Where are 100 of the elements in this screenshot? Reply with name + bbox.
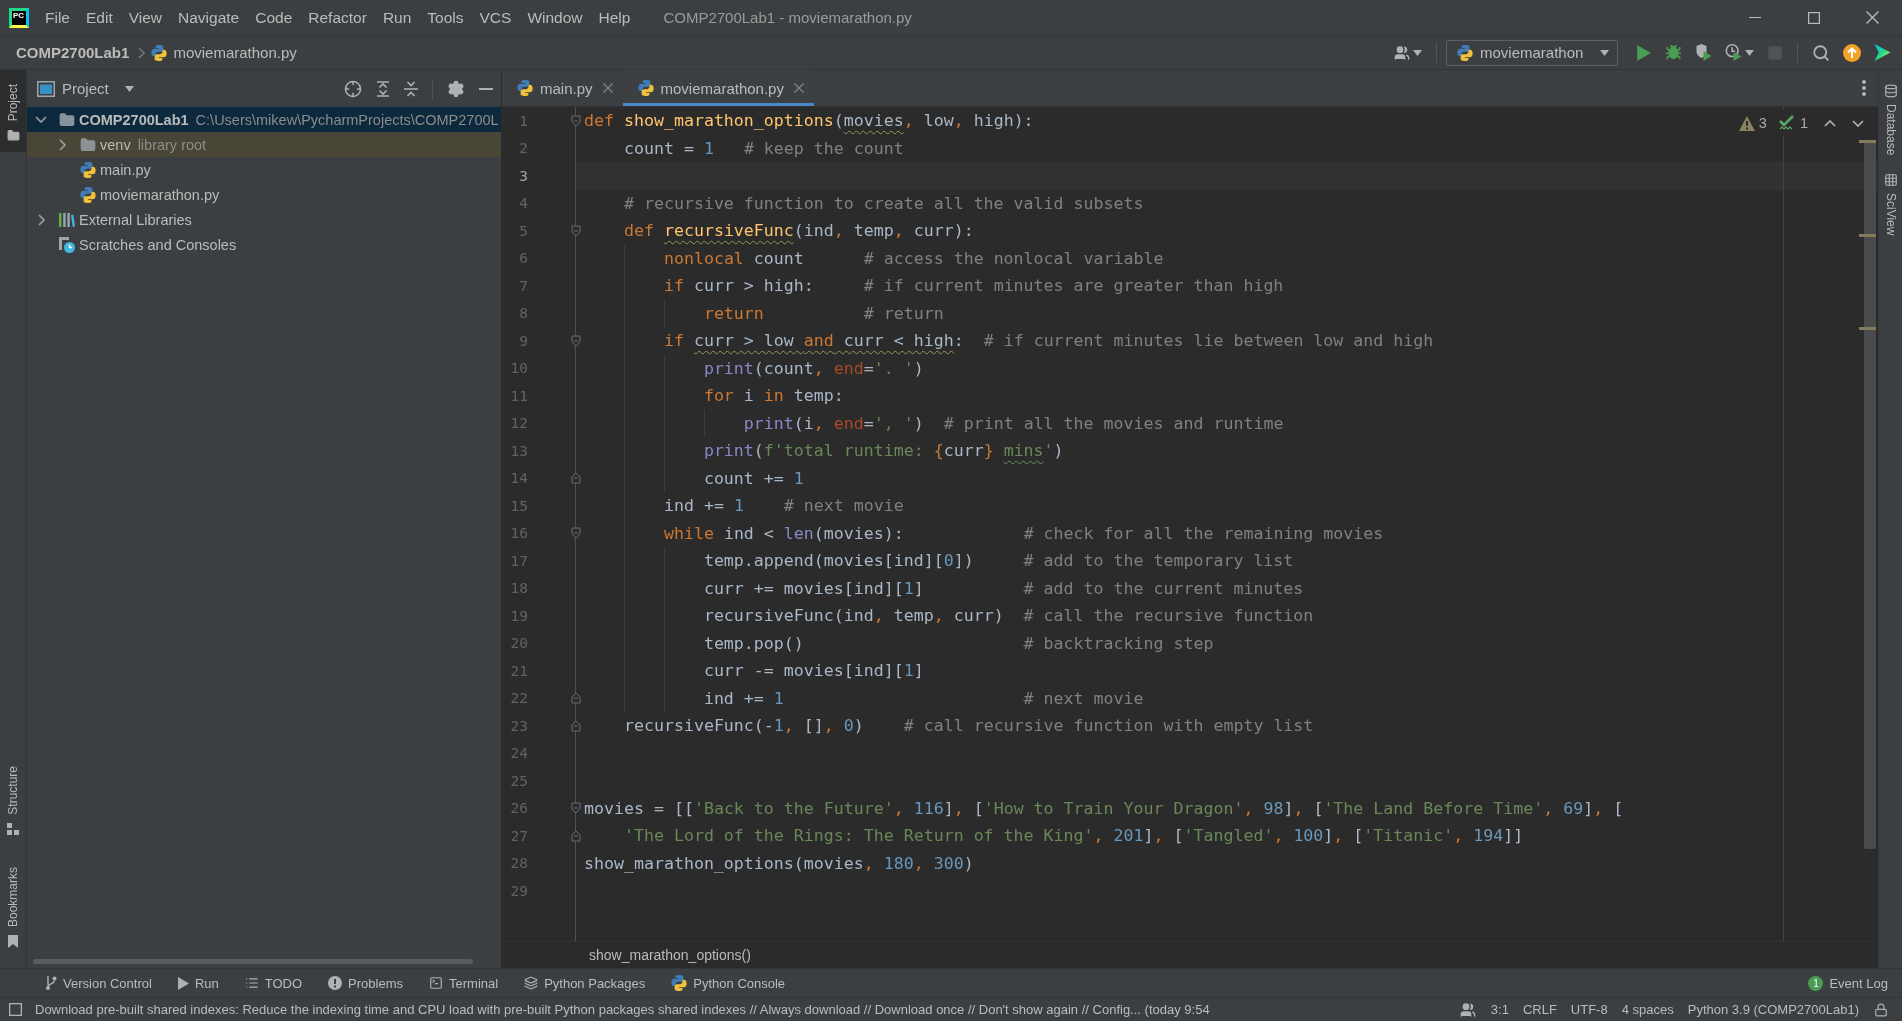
tool-window-button[interactable]: Problems [315, 969, 416, 997]
search-icon [1812, 43, 1830, 62]
minimize-icon [1748, 17, 1761, 18]
code-line: movies = [['Back to the Future', 116], ['How to Train Your Dragon', 98], ['The Land Before Time', 69], [ [584, 798, 1624, 818]
tree-item[interactable]: External Libraries [27, 207, 501, 232]
code-line: for i in temp: [703, 386, 844, 406]
tool-window-button[interactable]: Project [0, 70, 26, 153]
event-log-button[interactable]: 1 Event Log [1808, 969, 1888, 997]
collapse-all-icon[interactable] [404, 80, 418, 97]
warning-stripe-mark[interactable] [1859, 233, 1876, 237]
run-icon [1637, 44, 1651, 61]
editor-tab[interactable]: main.py [502, 70, 623, 106]
fold-marker-icon[interactable] [571, 334, 581, 347]
line-number: 24 [510, 745, 528, 762]
line-number: 3 [519, 167, 528, 184]
tree-item[interactable]: Scratches and Consoles [27, 232, 501, 257]
tool-window-button[interactable]: Database [1879, 82, 1902, 158]
triangle-logo-icon [1874, 44, 1891, 61]
tool-window-button[interactable]: Python Console [658, 969, 799, 997]
square-icon[interactable] [9, 1003, 22, 1016]
fold-marker-icon[interactable] [571, 802, 581, 815]
scrollbar-thumb[interactable] [33, 959, 473, 964]
menu-item[interactable]: VCS [471, 0, 520, 35]
expand-all-icon[interactable] [376, 80, 390, 97]
line-number: 12 [510, 415, 528, 432]
lock-icon[interactable] [1874, 1002, 1888, 1017]
status-item[interactable]: Python 3.9 (COMP2700Lab1) [1680, 1002, 1866, 1017]
tool-window-button[interactable]: Structure [0, 752, 26, 845]
chevron-down-icon[interactable] [35, 116, 47, 123]
code-line: ind += 1 # next movie [663, 496, 904, 516]
tool-window-button[interactable]: Run [164, 969, 232, 997]
inspection-counter[interactable]: 1 [1778, 115, 1808, 131]
crosshair-icon[interactable] [344, 79, 362, 98]
scrollbar-thumb[interactable] [1864, 140, 1876, 849]
code-line: 'The Lord of the Rings: The Return of the King', 201], ['Tangled', 100], ['Titanic', 194]] [623, 826, 1524, 846]
users-icon[interactable] [1459, 1001, 1476, 1018]
tree-item[interactable]: venv library root [27, 132, 501, 157]
code-line: print(i, end=', ') # print all the movies and runtime [743, 413, 1284, 433]
menu-item[interactable]: Run [374, 0, 420, 35]
fold-marker-icon[interactable] [571, 472, 581, 485]
menu-item[interactable]: View [120, 0, 171, 35]
chevron-right-icon [138, 46, 146, 59]
menu-item[interactable]: Window [519, 0, 591, 35]
status-item[interactable]: UTF-8 [1563, 1002, 1615, 1017]
status-item[interactable]: 3:1 [1483, 1002, 1516, 1017]
menu-item[interactable]: Edit [78, 0, 121, 35]
menu-item[interactable]: Tools [419, 0, 472, 35]
folder-icon [6, 129, 20, 143]
tool-window-button[interactable]: Terminal [416, 969, 512, 997]
chevron-right-icon[interactable] [58, 138, 66, 151]
status-item[interactable]: 4 spaces [1614, 1002, 1681, 1017]
close-icon[interactable] [793, 83, 804, 93]
code-line: if curr > low and curr < high: # if current minutes lie between low and high [663, 331, 1434, 351]
line-number: 13 [510, 442, 528, 459]
fold-marker-icon[interactable] [571, 224, 581, 237]
tree-item[interactable]: moviemarathon.py [27, 182, 501, 207]
folder-icon [59, 111, 75, 128]
kebab-menu-icon[interactable] [1862, 80, 1866, 96]
fold-marker-icon[interactable] [571, 692, 581, 705]
caret-icon [1745, 49, 1754, 56]
fold-marker-icon[interactable] [571, 114, 581, 127]
python-file-icon [517, 80, 533, 96]
status-item[interactable]: CRLF [1515, 1002, 1564, 1017]
tree-item-note: C:\Users\mikew\PycharmProjects\COMP2700L [195, 111, 499, 128]
python-file-icon [80, 186, 96, 203]
close-icon[interactable] [602, 83, 613, 93]
fold-marker-icon[interactable] [571, 829, 581, 842]
breadcrumb-item[interactable]: moviemarathon.py [151, 44, 297, 61]
fold-marker-icon[interactable] [571, 719, 581, 732]
tool-window-button[interactable]: SciView [1879, 171, 1902, 238]
menu-item[interactable]: File [37, 0, 78, 35]
minimize-icon[interactable] [479, 87, 493, 90]
menu-item[interactable]: Navigate [170, 0, 248, 35]
code-line: def show_marathon_options(movies, low, high): [584, 111, 1034, 131]
menu-item[interactable]: Refactor [300, 0, 375, 35]
settings-icon[interactable] [447, 79, 465, 98]
tree-item[interactable]: COMP2700Lab1 C:\Users\mikew\PycharmProjects\COMP2700L [27, 107, 501, 132]
code-line: recursiveFunc(-1, [], 0) # call recursive function with empty list [623, 716, 1314, 736]
menu-item[interactable]: Code [247, 0, 301, 35]
fold-marker-icon[interactable] [571, 527, 581, 540]
warning-stripe-mark[interactable] [1859, 327, 1876, 331]
line-number: 14 [510, 470, 528, 487]
breadcrumb-item[interactable]: COMP2700Lab1 [16, 44, 130, 61]
inspection-counter[interactable]: 3 [1738, 115, 1767, 131]
grid-icon [1883, 173, 1898, 188]
breadcrumb-item[interactable]: show_marathon_options() [589, 947, 751, 963]
database-icon [1883, 84, 1898, 98]
tool-window-button[interactable]: TODO [231, 969, 316, 997]
count-badge: 1 [1808, 975, 1824, 991]
menu-item[interactable]: Help [590, 0, 639, 35]
chevron-right-icon[interactable] [37, 213, 45, 226]
run-configuration-dropdown[interactable]: moviemarathon [1446, 39, 1618, 66]
play-icon [177, 976, 189, 990]
tool-window-button[interactable]: Python Packages [511, 969, 659, 997]
bars-icon [59, 212, 75, 227]
page-clock-icon [59, 236, 75, 253]
tool-window-button[interactable]: Version Control [32, 969, 165, 997]
project-view-dropdown[interactable]: Project [37, 80, 134, 97]
tool-window-button[interactable]: Bookmarks [0, 852, 26, 958]
tree-item[interactable]: main.py [27, 157, 501, 182]
